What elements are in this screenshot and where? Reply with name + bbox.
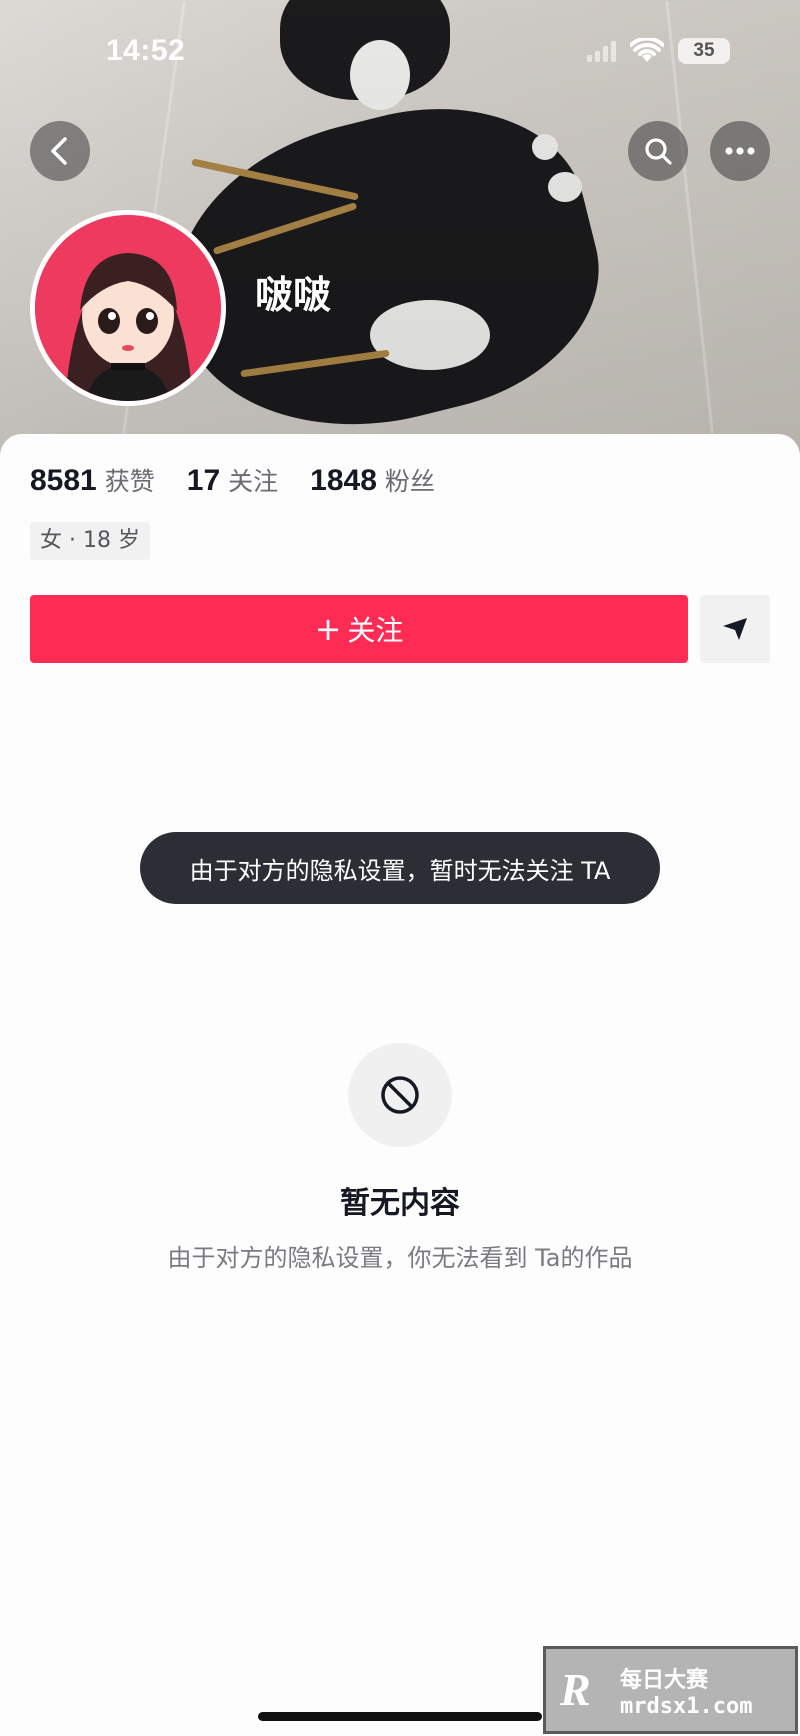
empty-state-title: 暂无内容: [340, 1186, 460, 1221]
status-time: 14:52: [106, 34, 186, 67]
username: 啵啵: [255, 273, 332, 317]
follow-button[interactable]: + 关注: [30, 595, 688, 663]
plus-icon: +: [314, 610, 342, 648]
watermark-logo: R: [560, 1664, 591, 1715]
cellular-signal-icon: [587, 40, 616, 62]
stat-following-label: 关注: [228, 467, 279, 496]
stat-following-value: 17: [186, 464, 221, 497]
stat-likes-label: 获赞: [104, 467, 155, 496]
watermark: R 每日大赛 mrdsx1.com: [543, 1646, 798, 1734]
watermark-url: mrdsx1.com: [620, 1693, 753, 1719]
back-button[interactable]: [30, 121, 90, 181]
send-message-button[interactable]: [700, 595, 770, 663]
stat-likes-value: 8581: [30, 464, 97, 497]
forbidden-icon: [381, 1076, 419, 1114]
stat-followers[interactable]: 1848 粉丝: [310, 462, 435, 498]
more-dots-icon: [725, 147, 755, 155]
home-indicator[interactable]: [258, 1712, 542, 1721]
stat-likes[interactable]: 8581 获赞: [30, 462, 155, 498]
more-button[interactable]: [710, 121, 770, 181]
status-icons: 35: [587, 38, 730, 64]
chevron-left-icon: [51, 137, 67, 165]
empty-state-icon-container: [348, 1043, 452, 1147]
profile-stats: 8581 获赞 17 关注 1848 粉丝: [30, 462, 467, 498]
privacy-toast: 由于对方的隐私设置，暂时无法关注 TA: [140, 832, 660, 904]
battery-indicator: 35: [678, 38, 730, 64]
send-icon: [723, 618, 747, 640]
avatar[interactable]: [30, 210, 226, 406]
follow-button-label: 关注: [347, 614, 404, 647]
search-icon: [645, 138, 672, 165]
gender-age-tag: 女 · 18 岁: [30, 522, 150, 560]
stat-followers-value: 1848: [310, 464, 377, 497]
search-button[interactable]: [628, 121, 688, 181]
avatar-illustration: [35, 215, 221, 401]
stat-following[interactable]: 17 关注: [187, 462, 278, 498]
empty-state-subtitle: 由于对方的隐私设置，你无法看到 Ta的作品: [167, 1244, 633, 1272]
watermark-name: 每日大赛: [620, 1667, 709, 1693]
wifi-icon: [630, 38, 664, 62]
stat-followers-label: 粉丝: [384, 467, 435, 496]
